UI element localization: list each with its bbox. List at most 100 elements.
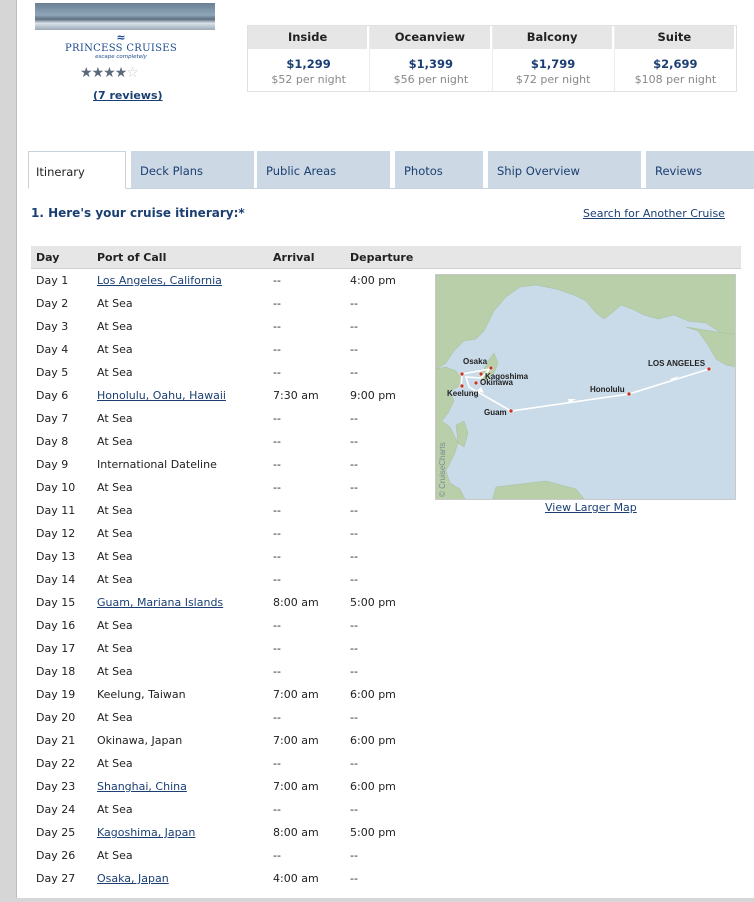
row-day: Day 8: [36, 435, 69, 448]
cabin-category: Oceanview: [370, 26, 492, 49]
row-arrival: --: [273, 711, 281, 724]
tab-reviews[interactable]: Reviews: [646, 151, 754, 188]
row-departure: --: [350, 550, 358, 563]
tab-bar: Itinerary Deck Plans Public Areas Photos Shi…: [28, 151, 754, 189]
price-column: Balcony $1,799 $72 per night: [492, 26, 615, 91]
star-filled-icon: ★: [80, 65, 93, 81]
map-label-kagoshima: Kagoshima: [485, 372, 529, 381]
cruise-line-name: PRINCESS CRUISES: [65, 43, 177, 54]
price-per-night: $108 per night: [634, 73, 717, 86]
port-marker-keelung: [459, 383, 465, 389]
port-name: At Sea: [97, 757, 133, 770]
route-map[interactable]: LOS ANGELES Honolulu Guam Keelung Okinaw…: [435, 274, 736, 500]
row-arrival: --: [273, 274, 281, 287]
row-arrival: --: [273, 458, 281, 471]
row-arrival: --: [273, 504, 281, 517]
table-row: Day 8 At Sea -- --: [31, 430, 431, 453]
tab-ship-overview[interactable]: Ship Overview: [488, 151, 641, 188]
port-link[interactable]: Osaka, Japan: [97, 867, 169, 891]
map-label-los-angeles: LOS ANGELES: [648, 359, 706, 368]
port-marker-honolulu: [626, 391, 632, 397]
port-name: International Dateline: [97, 458, 217, 471]
search-another-cruise-link[interactable]: Search for Another Cruise: [583, 207, 725, 220]
port-name: At Sea: [97, 435, 133, 448]
port-name: At Sea: [97, 665, 133, 678]
row-arrival: 7:30 am: [273, 389, 319, 402]
row-day: Day 24: [36, 803, 76, 816]
itinerary-title: 1. Here's your cruise itinerary:*: [31, 206, 245, 220]
port-link[interactable]: Honolulu, Oahu, Hawaii: [97, 384, 226, 408]
row-day: Day 10: [36, 481, 76, 494]
port-link[interactable]: Kagoshima, Japan: [97, 821, 195, 845]
row-arrival: --: [273, 343, 281, 356]
port-name: At Sea: [97, 320, 133, 333]
cabin-price[interactable]: $1,799: [493, 57, 614, 71]
cabin-price[interactable]: $2,699: [615, 57, 736, 71]
table-row: Day 3 At Sea -- --: [31, 315, 431, 338]
row-day: Day 9: [36, 458, 69, 471]
row-departure: --: [350, 435, 358, 448]
table-row: Day 7 At Sea -- --: [31, 407, 431, 430]
star-empty-icon: ☆: [126, 65, 139, 81]
table-row: Day 27 Osaka, Japan 4:00 am --: [31, 867, 431, 890]
port-link[interactable]: Shanghai, China: [97, 775, 187, 799]
row-departure: --: [350, 757, 358, 770]
row-arrival: --: [273, 481, 281, 494]
table-row: Day 18 At Sea -- --: [31, 660, 431, 683]
cabin-price[interactable]: $1,299: [248, 57, 369, 71]
star-filled-icon: ★: [103, 65, 116, 81]
row-departure: 6:00 pm: [350, 780, 396, 793]
port-name: At Sea: [97, 711, 133, 724]
row-arrival: --: [273, 527, 281, 540]
row-day: Day 21: [36, 734, 76, 747]
reviews-link[interactable]: (7 reviews): [93, 89, 163, 102]
ship-photo[interactable]: [35, 3, 215, 30]
port-marker-los-angeles: [706, 366, 712, 372]
port-marker-kagoshima: [478, 371, 484, 377]
port-marker-osaka: [488, 365, 494, 371]
itinerary-header: Day Port of Call Arrival Departure: [31, 246, 741, 269]
row-day: Day 15: [36, 596, 76, 609]
port-name: At Sea: [97, 366, 133, 379]
tab-deck-plans[interactable]: Deck Plans: [131, 151, 254, 188]
row-arrival: 8:00 am: [273, 826, 319, 839]
row-day: Day 22: [36, 757, 76, 770]
table-row: Day 24 At Sea -- --: [31, 798, 431, 821]
cruise-line-tagline: escape completely: [95, 54, 147, 60]
table-row: Day 25 Kagoshima, Japan 8:00 am 5:00 pm: [31, 821, 431, 844]
row-day: Day 26: [36, 849, 76, 862]
port-link[interactable]: Los Angeles, California: [97, 269, 222, 293]
window-left-frame: [0, 0, 17, 902]
header-arrival: Arrival: [273, 251, 315, 264]
row-day: Day 11: [36, 504, 76, 517]
tab-itinerary[interactable]: Itinerary: [28, 151, 126, 189]
row-day: Day 6: [36, 389, 69, 402]
port-name: At Sea: [97, 803, 133, 816]
map-label-guam: Guam: [484, 408, 507, 417]
row-day: Day 13: [36, 550, 76, 563]
row-departure: 5:00 pm: [350, 826, 396, 839]
window-bottom-frame: [0, 898, 754, 902]
table-row: Day 23 Shanghai, China 7:00 am 6:00 pm: [31, 775, 431, 798]
row-departure: --: [350, 297, 358, 310]
row-departure: --: [350, 665, 358, 678]
table-row: Day 16 At Sea -- --: [31, 614, 431, 637]
row-departure: 6:00 pm: [350, 734, 396, 747]
row-arrival: --: [273, 849, 281, 862]
row-departure: --: [350, 849, 358, 862]
tab-public-areas[interactable]: Public Areas: [257, 151, 390, 188]
view-larger-map-link[interactable]: View Larger Map: [545, 501, 637, 514]
price-per-night: $56 per night: [393, 73, 469, 86]
row-departure: --: [350, 320, 358, 333]
cabin-price[interactable]: $1,399: [370, 57, 491, 71]
table-row: Day 13 At Sea -- --: [31, 545, 431, 568]
tab-photos[interactable]: Photos: [395, 151, 483, 188]
port-marker-guam: [508, 408, 514, 414]
table-row: Day 15 Guam, Mariana Islands 8:00 am 5:00 p…: [31, 591, 431, 614]
map-label-keelung: Keelung: [447, 389, 479, 398]
row-arrival: --: [273, 573, 281, 586]
port-link[interactable]: Guam, Mariana Islands: [97, 591, 223, 615]
table-row: Day 19 Keelung, Taiwan 7:00 am 6:00 pm: [31, 683, 431, 706]
row-day: Day 1: [36, 274, 69, 287]
header-day: Day: [36, 251, 60, 264]
